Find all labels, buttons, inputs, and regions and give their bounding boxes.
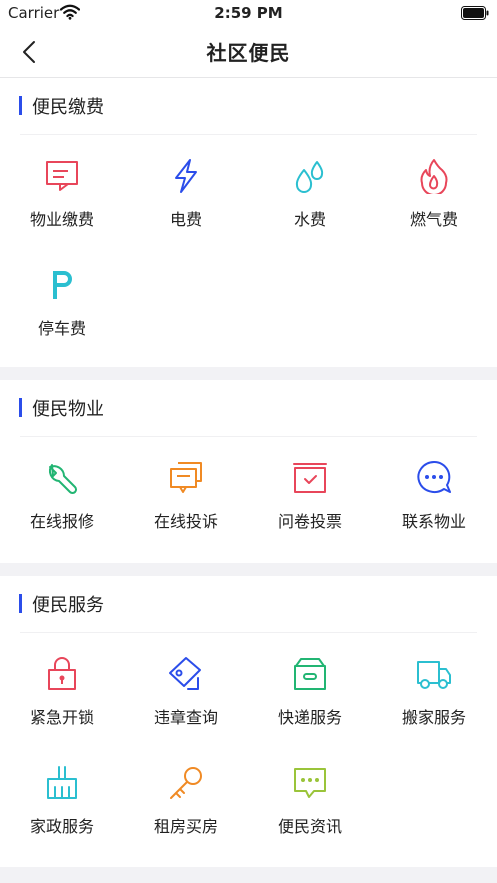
key-icon: [168, 765, 204, 801]
section-header: 便民服务: [0, 576, 497, 633]
grid-item-label: 问卷投票: [277, 512, 342, 531]
lightning-icon: [168, 158, 204, 194]
grid-item-rent-buy[interactable]: 租房买房: [124, 765, 248, 865]
grid-item-survey[interactable]: 问卷投票: [248, 460, 372, 560]
grid-item-label: 燃气费: [409, 210, 458, 229]
grid-item-unlock[interactable]: 紧急开锁: [0, 656, 124, 756]
grid-item-label: 快递服务: [277, 708, 342, 727]
grid-item-label: 联系物业: [401, 512, 466, 531]
flame-icon: [416, 158, 452, 194]
section-payment: 便民缴费 物业缴费 电费 水费 燃气费 停车费: [0, 78, 497, 367]
message-icon: [416, 460, 452, 496]
grid-item-violation-query[interactable]: 违章查询: [124, 656, 248, 756]
news-chat-icon: [292, 765, 328, 801]
section-accent-bar: [19, 398, 22, 417]
grid-item-label: 电费: [169, 210, 202, 229]
battery-icon: [461, 5, 489, 24]
property-fee-icon: [44, 158, 80, 194]
ballot-box-icon: [292, 460, 328, 496]
truck-icon: [416, 656, 452, 692]
navigation-bar: 社区便民: [0, 26, 497, 78]
grid-item-moving[interactable]: 搬家服务: [372, 656, 496, 756]
grid-item-electricity[interactable]: 电费: [124, 158, 248, 258]
tag-icon: [168, 656, 204, 692]
grid-item-label: 家政服务: [29, 817, 94, 836]
grid-item-label: 在线投诉: [153, 512, 218, 531]
grid-item-label: 在线报修: [29, 512, 94, 531]
lock-icon: [44, 656, 80, 692]
wrench-icon: [44, 460, 80, 496]
grid-item-housekeeping[interactable]: 家政服务: [0, 765, 124, 865]
grid-item-property-fee[interactable]: 物业缴费: [0, 158, 124, 258]
grid-item-contact-property[interactable]: 联系物业: [372, 460, 496, 560]
section-header: 便民缴费: [0, 78, 497, 135]
broom-icon: [44, 765, 80, 801]
grid-item-label: 租房买房: [153, 817, 218, 836]
grid-item-complaint[interactable]: 在线投诉: [124, 460, 248, 560]
package-icon: [292, 656, 328, 692]
section-property: 便民物业 在线报修 在线投诉 问卷投票 联系物业: [0, 380, 497, 563]
section-divider: [20, 134, 477, 135]
status-time: 2:59 PM: [214, 4, 283, 22]
grid-item-label: 搬家服务: [401, 708, 466, 727]
section-title: 便民服务: [32, 595, 104, 616]
section-divider: [20, 436, 477, 437]
grid-item-repair[interactable]: 在线报修: [0, 460, 124, 560]
grid-item-water[interactable]: 水费: [248, 158, 372, 258]
section-header: 便民物业: [0, 380, 497, 437]
grid-item-label: 水费: [293, 210, 326, 229]
section-title: 便民物业: [32, 399, 104, 420]
grid-item-label: 停车费: [37, 319, 86, 338]
parking-icon: [44, 267, 80, 303]
section-services: 便民服务 紧急开锁 违章查询 快递服务 搬家服务 家政服务 租房买房 便民资讯: [0, 576, 497, 867]
grid-item-parking[interactable]: 停车费: [0, 267, 124, 367]
grid-item-label: 紧急开锁: [29, 708, 94, 727]
grid-item-express[interactable]: 快递服务: [248, 656, 372, 756]
section-accent-bar: [19, 96, 22, 115]
grid-item-label: 物业缴费: [29, 210, 94, 229]
section-accent-bar: [19, 594, 22, 613]
water-drop-icon: [292, 158, 328, 194]
grid-item-news[interactable]: 便民资讯: [248, 765, 372, 865]
grid-item-label: 违章查询: [153, 708, 218, 727]
chat-bubbles-icon: [168, 460, 204, 496]
section-divider: [20, 632, 477, 633]
section-title: 便民缴费: [32, 97, 104, 118]
grid-item-label: 便民资讯: [277, 817, 342, 836]
page-title: 社区便民: [206, 41, 291, 65]
grid-item-gas[interactable]: 燃气费: [372, 158, 496, 258]
status-bar: Carrier 2:59 PM: [0, 0, 497, 26]
